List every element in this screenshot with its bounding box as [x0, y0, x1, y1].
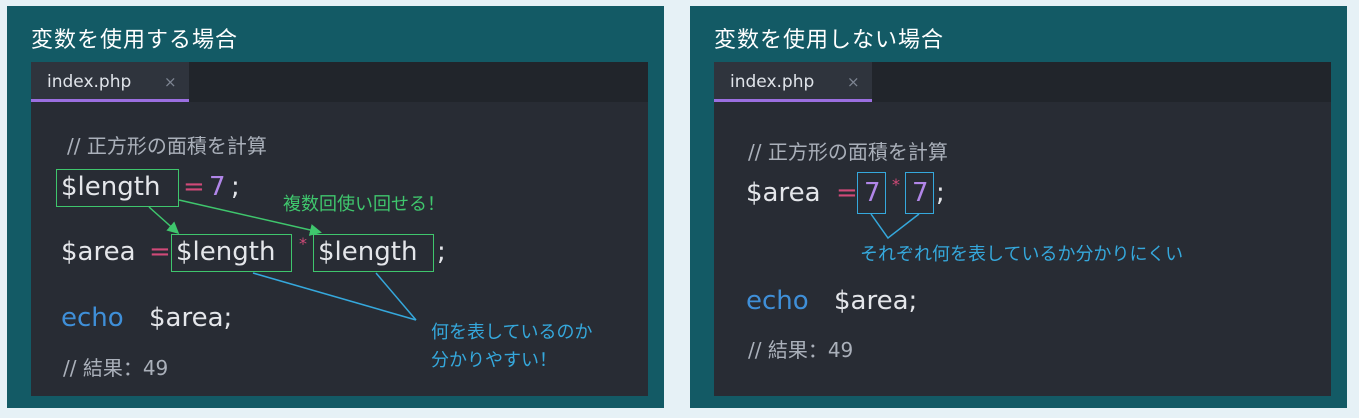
- echo-keyword: echo: [746, 286, 809, 316]
- pointer-line-1: [252, 272, 417, 321]
- note-clear-line-2: 分かりやすい！: [431, 350, 557, 371]
- echo-variable: $area;: [834, 286, 918, 316]
- multiply-operator: *: [299, 234, 307, 253]
- code-editor: index.php × // 正方形の面積を計算 $area = 7 * 7 ;…: [714, 62, 1331, 396]
- variable-area: $area: [61, 237, 136, 267]
- highlight-box-number-2: [905, 172, 934, 214]
- code-editor: index.php × // 正方形の面積を計算 $length = 7 ; $…: [31, 62, 648, 396]
- tab-index-php[interactable]: index.php ×: [31, 62, 189, 102]
- arrow-to-use-1: [148, 206, 180, 234]
- tab-label: index.php: [730, 72, 815, 92]
- note-clear-line-1: 何を表しているのか: [431, 322, 593, 343]
- assign-operator: =: [149, 237, 171, 267]
- panel-title: 変数を使用しない場合: [714, 28, 945, 53]
- echo-keyword: echo: [61, 303, 124, 333]
- multiply-operator: *: [892, 175, 900, 194]
- highlight-box-length-use-1: [171, 234, 292, 272]
- tab-bar: index.php ×: [714, 62, 1331, 102]
- assign-operator: =: [183, 172, 205, 202]
- highlight-box-length-use-2: [313, 234, 434, 272]
- panel-without-variable: 変数を使用しない場合 index.php × // 正方形の面積を計算 $are…: [690, 6, 1347, 408]
- result-comment: // 結果：49: [748, 338, 854, 362]
- semicolon: ;: [231, 172, 240, 202]
- highlight-box-length-definition: [56, 169, 179, 207]
- panel-title: 変数を使用する場合: [31, 28, 239, 53]
- panel-with-variable: 変数を使用する場合 index.php × // 正方形の面積を計算 $leng…: [7, 6, 664, 408]
- note-reusable: 複数回使い回せる！: [283, 194, 445, 215]
- number-literal: 7: [209, 172, 226, 202]
- tab-label: index.php: [47, 72, 132, 92]
- code-comment: // 正方形の面積を計算: [67, 134, 267, 158]
- result-comment: // 結果：49: [63, 356, 169, 380]
- assign-operator: =: [836, 178, 858, 208]
- semicolon: ;: [437, 237, 446, 267]
- pointer-line-2: [375, 272, 417, 321]
- highlight-box-number-1: [857, 172, 886, 214]
- semicolon: ;: [936, 178, 945, 208]
- echo-variable: $area;: [149, 303, 233, 333]
- close-icon[interactable]: ×: [847, 73, 860, 91]
- variable-area: $area: [746, 178, 821, 208]
- pointer-lines: [870, 213, 920, 240]
- tab-index-php[interactable]: index.php ×: [714, 62, 872, 102]
- tab-bar: index.php ×: [31, 62, 648, 102]
- close-icon[interactable]: ×: [164, 73, 177, 91]
- note-unclear: それぞれ何を表しているか分かりにくい: [860, 244, 1184, 265]
- code-comment: // 正方形の面積を計算: [748, 140, 948, 164]
